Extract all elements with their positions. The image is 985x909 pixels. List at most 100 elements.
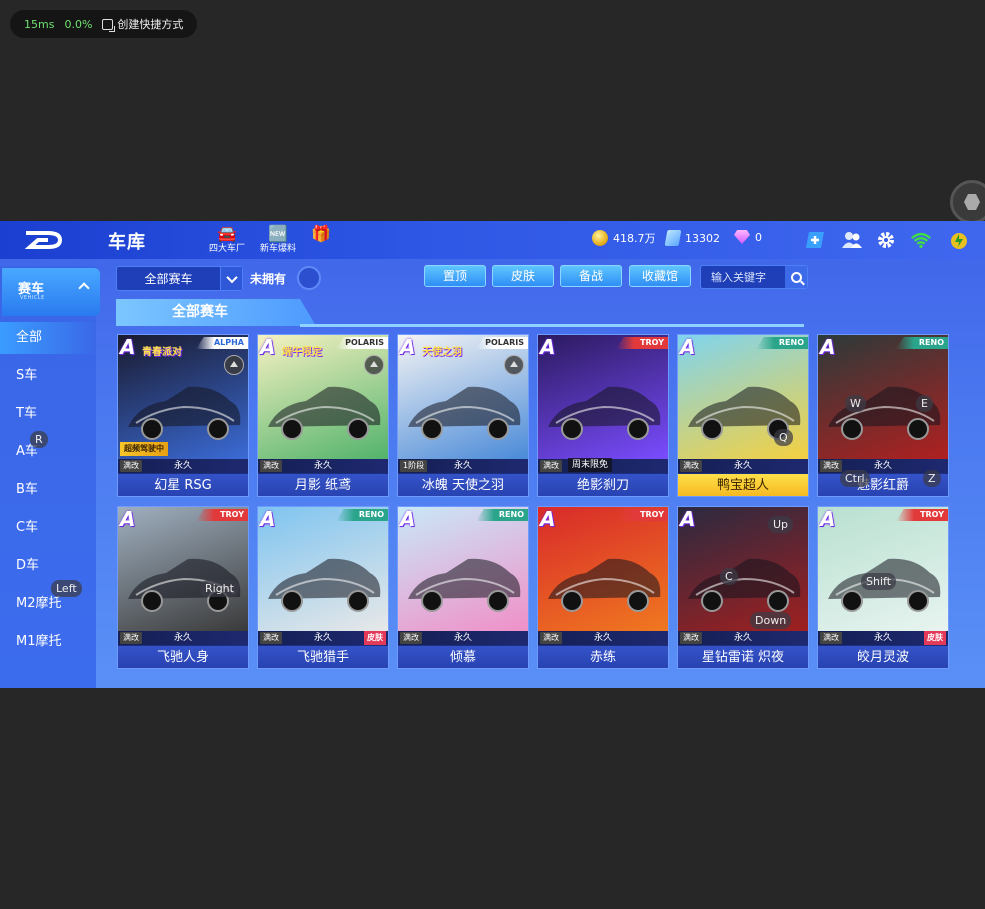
new-car-news-button[interactable]: 🆕 新车爆料 xyxy=(257,224,299,256)
sidebar-item-all[interactable]: 全部 xyxy=(0,322,96,354)
car-artwork xyxy=(538,507,668,631)
sidebar-item-a-class[interactable]: A车 xyxy=(0,436,96,468)
car-silhouette-icon xyxy=(128,558,241,612)
sidebar-item-t-class[interactable]: T车 xyxy=(0,398,96,430)
car-artwork xyxy=(398,507,528,631)
upgrade-tag: 满改 xyxy=(120,632,142,644)
car-artwork xyxy=(118,507,248,631)
upgrade-tag: 满改 xyxy=(260,460,282,472)
create-shortcut-button[interactable]: 创建快捷方式 xyxy=(102,16,183,32)
pin-top-button[interactable]: 置顶 xyxy=(424,265,486,287)
coin-icon xyxy=(592,230,608,246)
brand-badge: TROY xyxy=(896,509,948,521)
unequip-icon[interactable] xyxy=(504,355,524,375)
duration-label: 永久 xyxy=(453,633,473,643)
wifi-icon xyxy=(911,232,931,249)
friends-button[interactable] xyxy=(841,229,863,251)
voucher-icon xyxy=(664,230,682,246)
new-badge-icon: 🆕 xyxy=(268,224,288,243)
search-box xyxy=(700,265,808,289)
upgrade-tag: 满改 xyxy=(680,460,702,472)
car-rank: A xyxy=(680,507,696,531)
cpu-readout: 0.0% xyxy=(64,17,93,31)
car-info-bar: 满改 永久 皮肤 xyxy=(258,631,388,645)
car-silhouette-icon xyxy=(128,386,241,440)
upgrade-tag: 1阶段 xyxy=(400,460,428,472)
search-button[interactable] xyxy=(785,266,807,288)
upgrade-tag: 满改 xyxy=(820,632,842,644)
key-hint-ctrl: Ctrl xyxy=(840,470,870,487)
car-card[interactable]: A RENO 满改 永久 倾慕 xyxy=(397,506,529,669)
sidebar-item-m1-moto[interactable]: M1摩托 xyxy=(0,626,96,658)
gift-button[interactable]: 🎁 xyxy=(300,224,342,256)
sidebar-item-b-class[interactable]: B车 xyxy=(0,474,96,506)
floating-menu-handle[interactable] xyxy=(950,180,985,224)
not-owned-toggle[interactable] xyxy=(297,266,321,290)
car-name: 飞驰人身 xyxy=(118,646,248,668)
car-artwork xyxy=(398,335,528,459)
upgrade-tag: 满改 xyxy=(820,460,842,472)
settings-button[interactable] xyxy=(875,229,897,251)
search-input[interactable] xyxy=(701,266,785,288)
battery-status xyxy=(948,229,970,251)
key-hint-left: Left xyxy=(51,580,82,597)
diamond-icon xyxy=(734,230,750,244)
skin-button[interactable]: 皮肤 xyxy=(492,265,554,287)
upgrade-tag: 满改 xyxy=(540,460,562,472)
car-card[interactable]: A POLARIS 天使之羽 1阶段 永久 冰魄 天使之羽 xyxy=(397,334,529,497)
upgrade-tag: 满改 xyxy=(260,632,282,644)
car-name: 幻星 RSG xyxy=(118,474,248,496)
key-hint-up: Up xyxy=(768,516,794,533)
car-card[interactable]: A POLARIS 端午限定 满改 永久 月影 纸鸢 xyxy=(257,334,389,497)
vehicle-category-header[interactable]: 赛车 VEHICLE xyxy=(2,268,100,316)
car-rank: A xyxy=(680,335,696,359)
car-card[interactable]: A RENO 满改 永久 鸭宝超人 xyxy=(677,334,809,497)
brand-badge: ALPHA xyxy=(196,337,248,349)
car-card[interactable]: A TROY 满改 永久 赤练 xyxy=(537,506,669,669)
gem-balance: 0 xyxy=(734,230,762,244)
duration-label: 永久 xyxy=(733,461,753,471)
car-silhouette-icon xyxy=(408,558,521,612)
latency-readout: 15ms xyxy=(24,17,55,31)
key-hint-z: Z xyxy=(923,470,941,487)
car-card[interactable]: A RENO 满改 永久 皮肤 飞驰猎手 xyxy=(257,506,389,669)
brand-badge: RENO xyxy=(476,509,528,521)
power-drop-icon xyxy=(951,233,967,249)
duration-label: 永久 xyxy=(313,633,333,643)
car-info-bar: 满改 永久 xyxy=(678,459,808,473)
sidebar-item-d-class[interactable]: D车 xyxy=(0,550,96,582)
car-card[interactable]: A ALPHA 青春派对 超频驾驶中 满改 永久 幻星 RSG xyxy=(117,334,249,497)
sidebar-item-m2-moto[interactable]: M2摩托 xyxy=(0,588,96,620)
car-name: 倾慕 xyxy=(398,646,528,668)
sidebar-item-c-class[interactable]: C车 xyxy=(0,512,96,544)
gear-icon xyxy=(878,232,894,248)
key-hint-q: Q xyxy=(774,429,793,446)
car-info-bar: 满改 永久 xyxy=(258,459,388,473)
car-card[interactable]: A TROY 满改 周末限免 绝影刹刀 xyxy=(537,334,669,497)
four-factories-button[interactable]: 🚘 四大车厂 xyxy=(206,224,248,256)
friends-icon xyxy=(842,232,862,248)
upgrade-tag: 满改 xyxy=(680,632,702,644)
promo-tag: 周末限免 xyxy=(568,458,613,472)
car-silhouette-icon xyxy=(268,558,381,612)
prepare-button[interactable]: 备战 xyxy=(560,265,622,287)
car-rank: A xyxy=(820,335,836,359)
car-silhouette-icon xyxy=(268,386,381,440)
brand-badge: RENO xyxy=(756,337,808,349)
section-divider xyxy=(300,324,804,327)
car-info-bar: 满改 永久 xyxy=(118,631,248,645)
create-shortcut-label: 创建快捷方式 xyxy=(117,18,184,31)
unequip-icon[interactable] xyxy=(224,355,244,375)
car-silhouette-icon xyxy=(408,386,521,440)
collection-button[interactable]: 收藏馆 xyxy=(629,265,691,287)
unequip-icon[interactable] xyxy=(364,355,384,375)
page-title: 车库 xyxy=(108,232,146,253)
add-button[interactable] xyxy=(804,229,826,251)
sidebar-item-s-class[interactable]: S车 xyxy=(0,360,96,392)
car-rank: A xyxy=(120,335,136,359)
artwork-caption: 青春派对 xyxy=(142,347,182,358)
upgrade-tag: 满改 xyxy=(400,632,422,644)
wifi-status xyxy=(910,229,932,251)
skin-tag: 皮肤 xyxy=(364,631,386,645)
car-filter-dropdown[interactable]: 全部赛车 xyxy=(116,266,243,291)
